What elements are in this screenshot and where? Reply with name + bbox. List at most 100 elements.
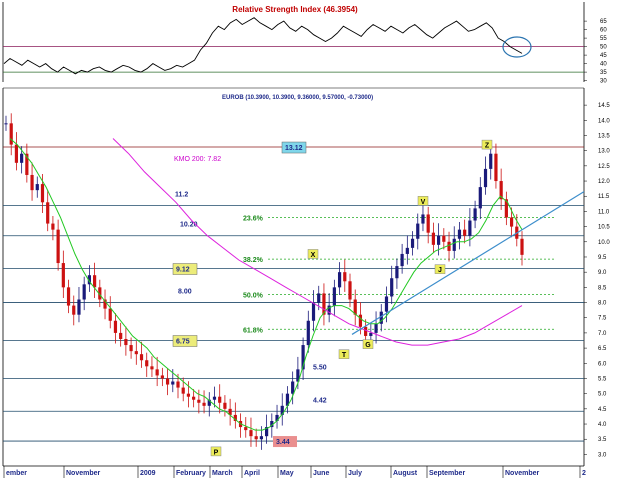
x-tick-label: September	[429, 470, 465, 477]
x-tick-label: April	[244, 470, 260, 477]
x-tick-label: November	[505, 470, 540, 477]
rsi-tick-label: 45	[600, 53, 607, 59]
candle-body	[9, 123, 13, 145]
candle-body	[421, 214, 425, 224]
candle-body	[374, 323, 378, 333]
candle-body	[390, 278, 394, 297]
candle-body	[165, 378, 170, 385]
x-tick-label: 2	[582, 470, 586, 477]
fib-level-label: 38.2%	[243, 257, 264, 264]
candle-body	[478, 187, 482, 209]
candle-body	[66, 287, 71, 306]
candle-body	[139, 354, 144, 361]
candle-body	[186, 393, 191, 397]
candle-body	[202, 402, 206, 406]
candle-body	[223, 402, 227, 409]
candle-body	[463, 229, 467, 236]
candle-body	[46, 202, 50, 224]
rsi-tick-label: 65	[600, 19, 607, 25]
price-tick-label: 14.0	[598, 118, 610, 124]
price-tick-label: 11.0	[598, 209, 610, 215]
level-label: 3.44	[276, 439, 290, 446]
candle-body	[405, 247, 409, 254]
price-tick-label: 14.5	[598, 103, 610, 109]
candle-body	[212, 396, 217, 400]
price-tick-label: 12.5	[598, 164, 610, 170]
candle-body	[254, 436, 258, 440]
candle-body	[291, 381, 295, 394]
candle-body	[61, 263, 65, 288]
wave-label: T	[342, 352, 347, 359]
x-tick-label: May	[280, 470, 294, 477]
level-label: 11.2	[175, 191, 188, 198]
x-tick-label: July	[348, 470, 362, 477]
x-tick-label: 2009	[140, 470, 156, 477]
price-tick-label: 13.0	[598, 149, 610, 155]
candle-body	[145, 360, 149, 367]
candle-body	[171, 381, 175, 385]
candle-body	[176, 381, 180, 388]
candle-body	[56, 229, 60, 264]
candle-body	[452, 238, 456, 251]
candle-body	[509, 217, 514, 227]
wave-label: Z	[485, 143, 490, 150]
candle-body	[337, 272, 342, 288]
price-tick-label: 10.5	[598, 225, 610, 231]
rsi-tick-label: 60	[600, 28, 607, 34]
rsi-tick-label: 40	[600, 62, 607, 68]
candle-body	[160, 375, 164, 379]
candle-body	[426, 214, 430, 233]
candle-body	[20, 153, 24, 163]
price-tick-label: 13.5	[598, 133, 610, 139]
fib-level-label: 23.6%	[243, 215, 264, 222]
price-tick-label: 6.5	[598, 346, 607, 352]
price-tick-label: 7.0	[598, 331, 607, 337]
candle-body	[384, 296, 389, 312]
chart-background	[0, 0, 620, 488]
rsi-tick-label: 35	[600, 70, 607, 76]
candle-body	[437, 235, 441, 245]
candle-body	[457, 229, 462, 239]
price-tick-label: 5.5	[598, 376, 607, 382]
candle-body	[249, 430, 253, 437]
candle-body	[489, 153, 493, 169]
rsi-tick-label: 55	[600, 36, 607, 42]
x-tick-label: June	[313, 470, 329, 477]
level-label: 5.50	[313, 364, 327, 371]
price-tick-label: 8.0	[598, 301, 607, 307]
chart: Relative Strength Index (46.3954) 65 60 55…	[0, 0, 620, 488]
price-tick-label: 12.0	[598, 179, 610, 185]
candle-body	[93, 275, 97, 288]
candle-body	[197, 399, 201, 403]
level-label: 8.00	[178, 289, 192, 296]
candle-body	[155, 369, 159, 376]
rsi-title: Relative Strength Index (46.3954)	[232, 5, 358, 14]
candle-body	[108, 308, 112, 321]
rsi-tick-label: 30	[600, 79, 607, 85]
candle-body	[332, 287, 336, 306]
candle-body	[369, 332, 373, 336]
candle-body	[311, 302, 316, 321]
candle-body	[14, 144, 19, 163]
candle-body	[4, 123, 8, 125]
level-label: 13.12	[285, 145, 303, 152]
candle-body	[124, 338, 128, 346]
candle-body	[317, 293, 321, 303]
price-tick-label: 4.0	[598, 422, 607, 428]
candle-body	[51, 223, 55, 230]
price-tick-label: 7.5	[598, 316, 607, 322]
candle-body	[119, 332, 123, 339]
price-tick-label: 6.0	[598, 361, 607, 367]
x-tick-label: ember	[6, 470, 27, 477]
candle-body	[400, 253, 404, 267]
candle-body	[442, 235, 446, 242]
candle-body	[181, 387, 185, 394]
symbol-label: EUROB (10.3900, 10.3900, 9.36000, 9.5700…	[222, 95, 373, 101]
rsi-tick-label: 50	[600, 45, 607, 51]
kmo-200-label: KMO 200: 7.82	[174, 156, 221, 163]
candle-body	[244, 427, 248, 431]
candle-body	[358, 314, 363, 327]
price-tick-label: 10.0	[598, 240, 610, 246]
candle-body	[259, 436, 263, 440]
candle-body	[113, 320, 118, 333]
